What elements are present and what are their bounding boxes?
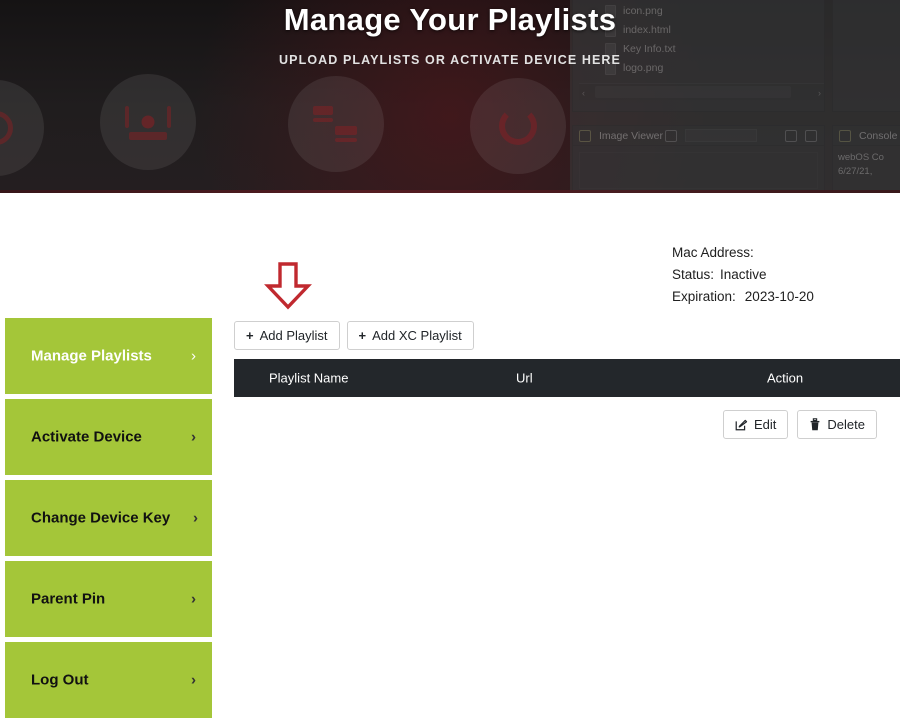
delete-label: Delete [827, 417, 865, 432]
red-down-arrow-annotation [262, 262, 314, 310]
sidebar-item-manage-playlists[interactable]: Manage Playlists › [5, 318, 212, 394]
column-header-action: Action [767, 370, 804, 386]
expiration-value: 2023-10-20 [744, 289, 814, 304]
delete-button[interactable]: Delete [797, 410, 877, 439]
decorative-list-icon [274, 76, 384, 172]
maximize-icon [805, 130, 817, 142]
ghost-horizontal-scrollbar[interactable]: ‹ › [579, 83, 824, 100]
sidebar-item-label: Activate Device [31, 428, 142, 446]
column-header-playlist-name: Playlist Name [269, 370, 349, 386]
chevron-right-icon: › [191, 590, 196, 608]
edit-label: Edit [754, 417, 777, 432]
add-playlist-label: Add Playlist [259, 328, 328, 343]
status-label: Status: [672, 267, 715, 282]
chevron-right-icon: › [191, 347, 196, 365]
expiration-label: Expiration: [672, 289, 736, 304]
plus-icon: + [246, 328, 254, 343]
scroll-left-arrow-icon[interactable]: ‹ [582, 88, 585, 98]
ghost-viewer-input[interactable] [685, 129, 757, 142]
console-icon [839, 130, 851, 142]
ghost-console-line: webOS Co [838, 152, 884, 163]
sidebar-item-label: Parent Pin [31, 590, 106, 608]
decorative-refresh-icon [456, 78, 566, 174]
chevron-right-icon: › [191, 671, 196, 689]
page-banner: appinfo1.json icon.png index.html Key In… [0, 0, 900, 193]
page-title: Manage Your Playlists [283, 2, 617, 37]
sidebar-nav: Manage Playlists › Activate Device › Cha… [5, 318, 212, 723]
ghost-console-panel: Console webOS Co 6/27/21, [832, 125, 900, 193]
status-row: Status: Inactive [672, 264, 814, 286]
decorative-monitor-icon [86, 74, 196, 170]
ghost-viewer-title: Image Viewer [599, 130, 664, 142]
add-xc-playlist-label: Add XC Playlist [372, 328, 462, 343]
playlist-table-header: Playlist Name Url Action [234, 359, 900, 397]
sidebar-item-label: Manage Playlists [31, 347, 152, 365]
decorative-circle-icon [0, 80, 44, 176]
ghost-console-line: 6/27/21, [838, 166, 873, 177]
sidebar-item-activate-device[interactable]: Activate Device › [5, 399, 212, 475]
sidebar-item-change-device-key[interactable]: Change Device Key › [5, 480, 212, 556]
chevron-right-icon: › [193, 509, 198, 527]
image-viewer-icon [579, 130, 591, 142]
add-xc-playlist-button[interactable]: + Add XC Playlist [346, 321, 474, 350]
ghost-image-viewer-panel: Image Viewer [572, 125, 825, 193]
ghost-viewer-titlebar: Image Viewer [573, 126, 824, 146]
page-root: appinfo1.json icon.png index.html Key In… [0, 0, 900, 723]
ghost-console-title: Console [859, 130, 898, 142]
banner-bottom-rule [0, 190, 900, 193]
plus-icon: + [358, 328, 367, 343]
status-badge: Inactive [720, 267, 767, 282]
page-subtitle: UPLOAD PLAYLISTS OR ACTIVATE DEVICE HERE [279, 53, 621, 67]
device-info-panel: Mac Address: Status: Inactive Expiration:… [672, 242, 814, 308]
sidebar-item-parent-pin[interactable]: Parent Pin › [5, 561, 212, 637]
sidebar-item-label: Log Out [31, 671, 89, 689]
pencil-edit-icon [735, 418, 748, 431]
column-header-url: Url [516, 370, 533, 386]
row-action-buttons: Edit Delete [723, 410, 877, 439]
expiration-row: Expiration: 2023-10-20 [672, 286, 814, 308]
playlist-toolbar: + Add Playlist + Add XC Playlist [234, 321, 474, 350]
chevron-right-icon: › [191, 428, 196, 446]
flag-icon [785, 130, 797, 142]
edit-button[interactable]: Edit [723, 410, 789, 439]
minimize-icon [665, 130, 677, 142]
trash-delete-icon [809, 418, 821, 431]
sidebar-item-label: Change Device Key [31, 509, 171, 527]
mac-address-label: Mac Address: [672, 245, 754, 260]
add-playlist-button[interactable]: + Add Playlist [234, 321, 340, 350]
ghost-console-titlebar: Console [833, 126, 900, 146]
ghost-viewer-body [579, 152, 818, 189]
mac-address-row: Mac Address: [672, 242, 814, 264]
sidebar-item-log-out[interactable]: Log Out › [5, 642, 212, 718]
scrollbar-thumb[interactable] [595, 86, 791, 98]
scroll-right-arrow-icon[interactable]: › [818, 88, 821, 98]
